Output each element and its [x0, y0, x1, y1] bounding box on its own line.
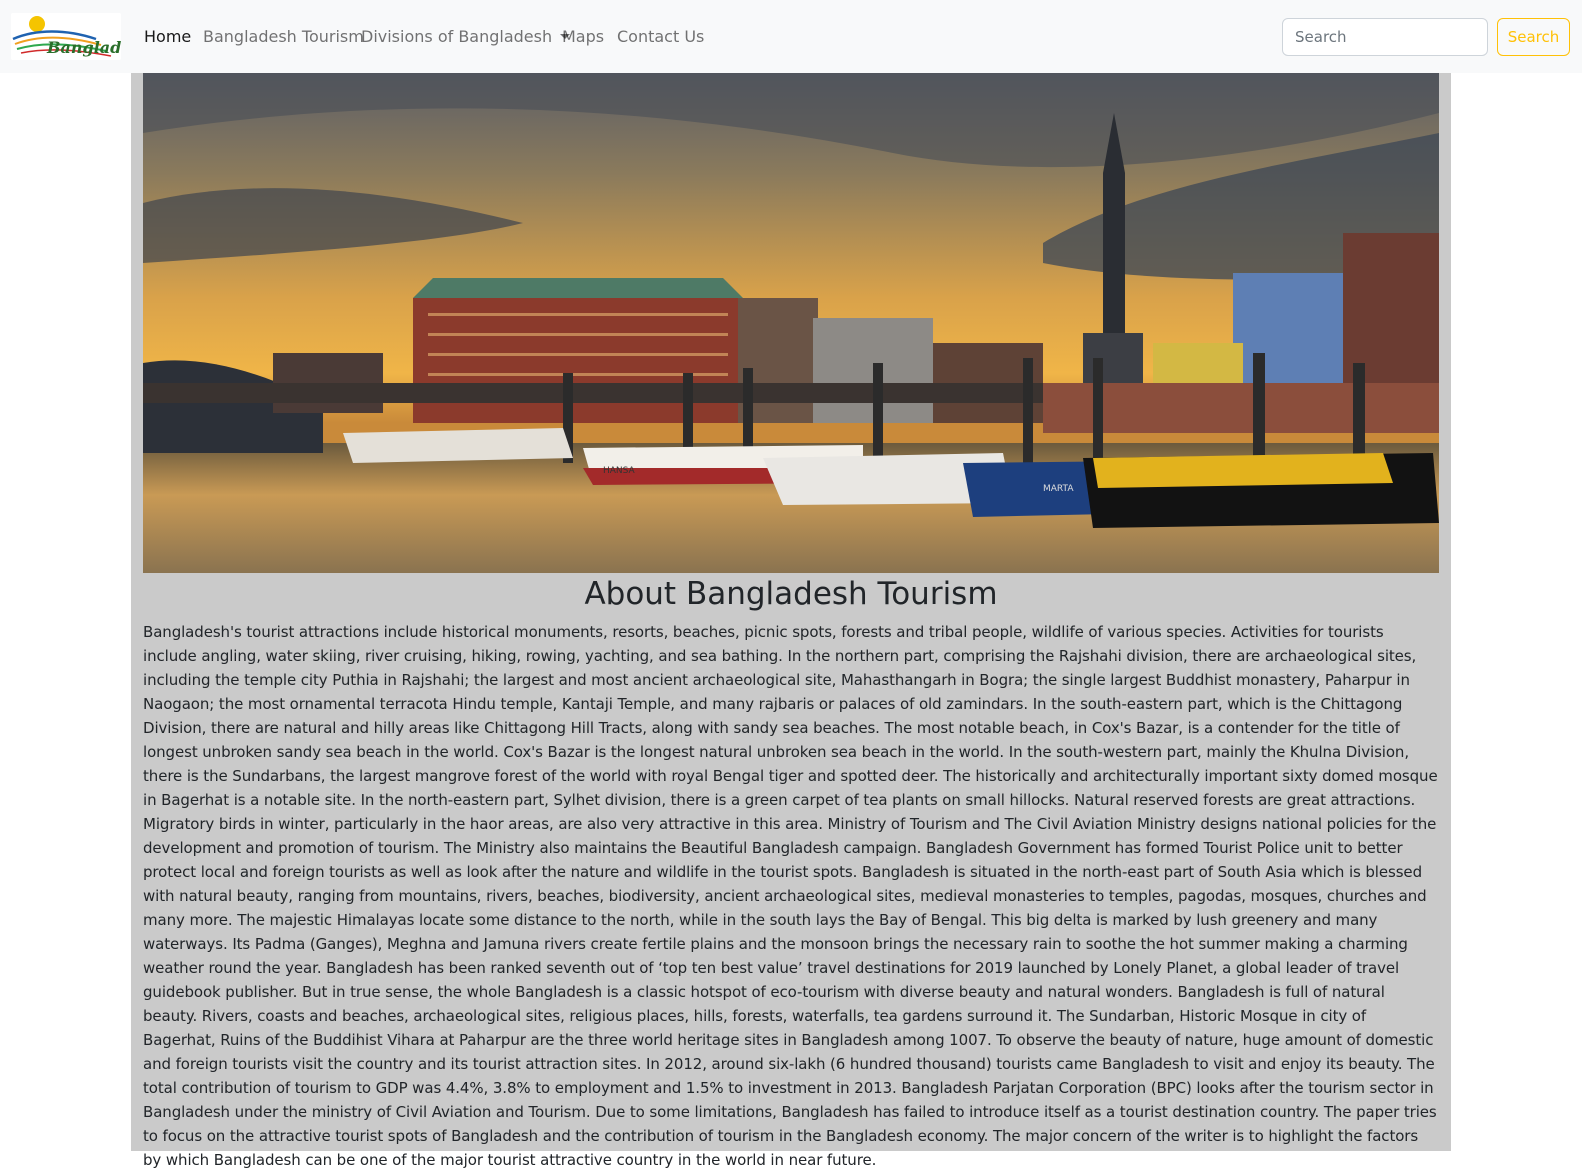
logo-wordmark: Bangladesh — [46, 38, 121, 57]
article-body: Bangladesh's tourist attractions include… — [143, 623, 1438, 1169]
nav-maps[interactable]: Maps — [562, 27, 604, 47]
search-input[interactable] — [1282, 18, 1488, 56]
brand-logo[interactable]: Bangladesh — [11, 13, 121, 60]
nav-contact-us[interactable]: Contact Us — [617, 27, 704, 47]
page-title: About Bangladesh Tourism — [584, 576, 998, 612]
main-content: HANSA MARTA About Bangladesh Tourism Ban… — [131, 73, 1451, 1169]
boat-name-marta: MARTA — [1043, 484, 1074, 494]
nav-home[interactable]: Home — [144, 27, 191, 47]
hero-image: HANSA MARTA — [143, 73, 1439, 573]
search-button[interactable]: Search — [1497, 18, 1570, 56]
harbor-sunset-image: HANSA MARTA — [143, 73, 1439, 573]
nav-divisions-dropdown[interactable]: Divisions of Bangladesh — [361, 27, 571, 47]
bangladesh-logo-icon: Bangladesh — [12, 16, 121, 57]
nav-bangladesh-tourism[interactable]: Bangladesh Tourism — [203, 27, 364, 47]
navbar: Bangladesh Home Bangladesh Tourism Divis… — [0, 0, 1582, 73]
nav-divisions-label: Divisions of Bangladesh — [361, 27, 553, 46]
boat-name-hansa: HANSA — [603, 466, 636, 476]
